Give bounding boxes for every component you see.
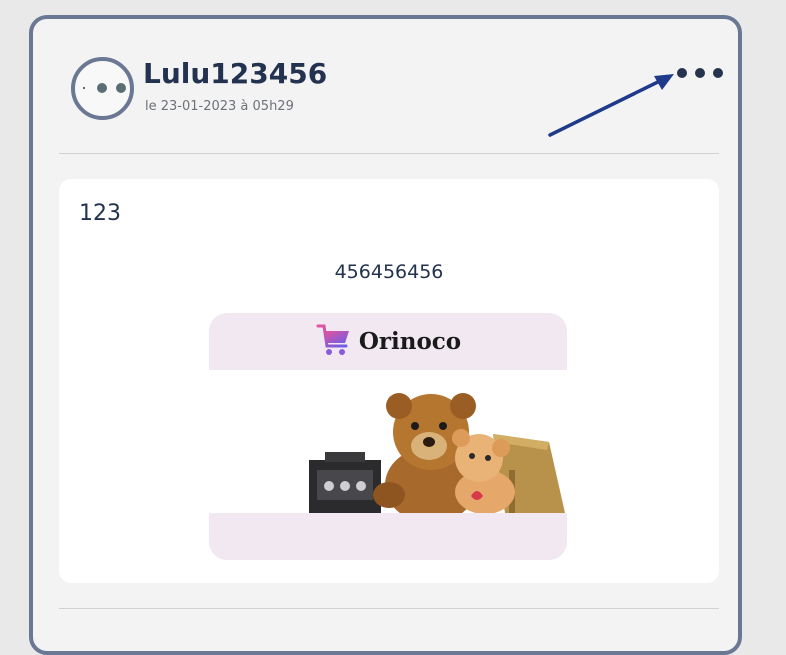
avatar-eye-left [97, 83, 107, 93]
product-photo [209, 370, 567, 523]
annotation-arrow [548, 74, 674, 137]
more-options-button[interactable] [677, 63, 723, 83]
more-horizontal-icon-dot-2 [695, 68, 705, 78]
typewriter-graphic [309, 452, 381, 513]
post-author[interactable]: Lulu123456 [143, 57, 327, 90]
post-title: 123 [79, 201, 121, 226]
toy-products-photo [309, 393, 565, 523]
post-date: le 23-01-2023 à 05h29 [145, 99, 294, 114]
shopping-cart-icon [316, 324, 349, 355]
footer-divider [59, 608, 719, 609]
more-horizontal-icon-dot-3 [713, 68, 723, 78]
orinoco-logo: Orinoco [209, 319, 567, 363]
post-content: 123 456456456 Orinoco [59, 179, 719, 583]
avatar-eye-right [116, 83, 126, 93]
post-body: 456456456 [334, 261, 444, 283]
header-divider [59, 153, 719, 154]
avatar[interactable] [71, 57, 134, 120]
logo-text: Orinoco [358, 327, 462, 355]
post-image[interactable]: Orinoco [209, 313, 567, 560]
avatar-dash [83, 87, 85, 89]
